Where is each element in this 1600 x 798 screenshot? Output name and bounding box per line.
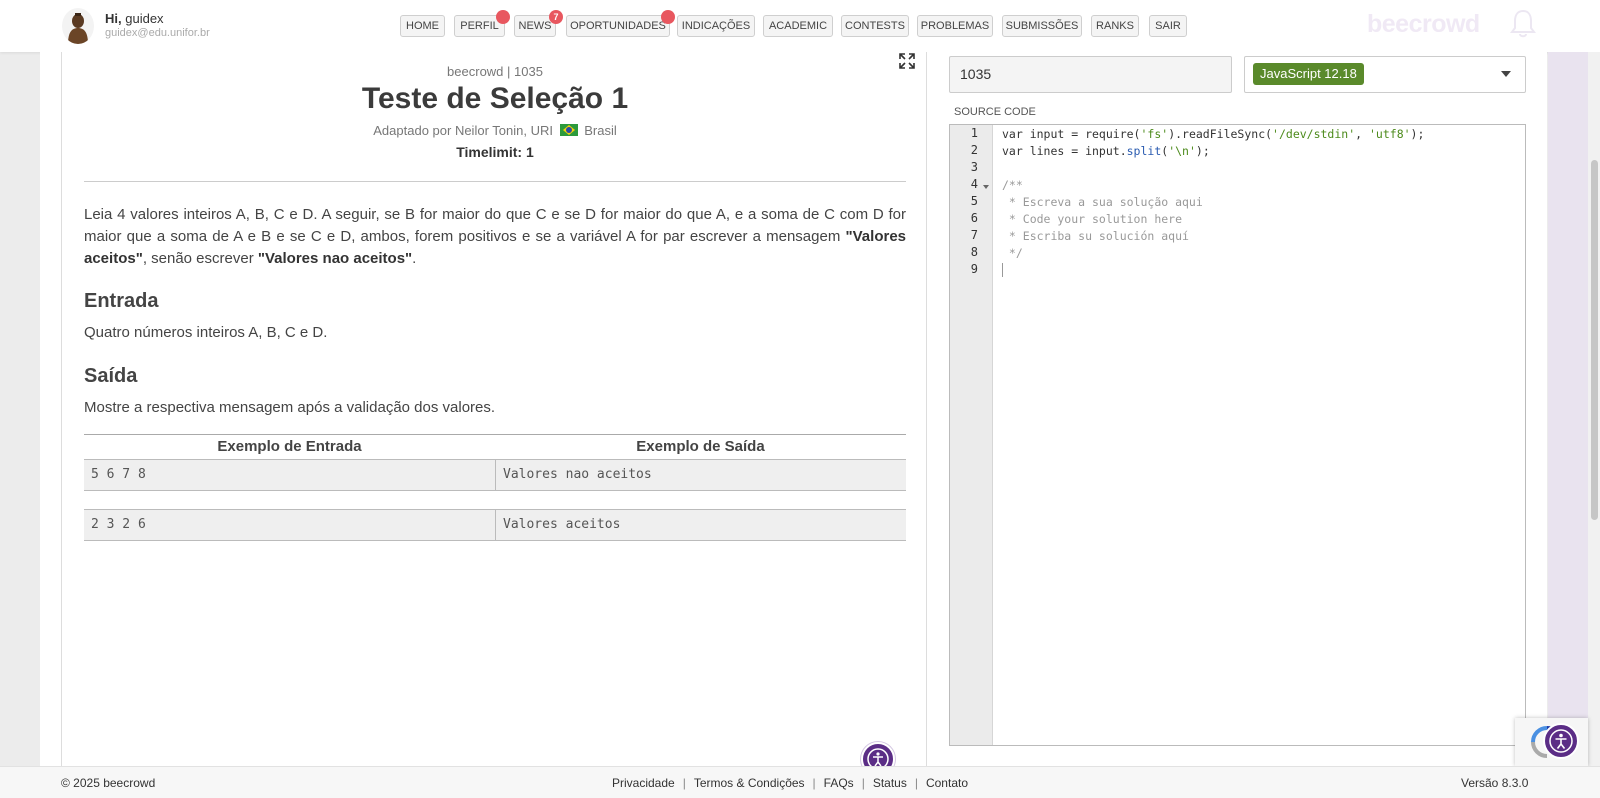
country-text: Brasil <box>584 123 617 138</box>
output-text: Mostre a respectiva mensagem após a vali… <box>84 399 496 416</box>
version: Versão 8.3.0 <box>1461 776 1529 790</box>
problem-author: Adaptado por Neilor Tonin, URI Brasil <box>84 123 906 138</box>
footer-link-faqs[interactable]: FAQs <box>824 776 854 790</box>
line-number: 2 <box>970 143 978 157</box>
footer-separator: | <box>861 776 865 790</box>
example-output-header: Exemplo de Saída <box>636 438 765 455</box>
problem-id-input[interactable]: 1035 <box>949 56 1232 93</box>
beecrowd-logo[interactable]: beecrowd <box>1367 10 1480 39</box>
footer-separator: | <box>914 776 918 790</box>
line-gutter: 1 2 3 4 5 6 7 8 9 <box>950 125 993 745</box>
scrollbar-thumb[interactable] <box>1591 160 1598 520</box>
nav-submissoes[interactable]: SUBMISSÕES <box>1002 15 1082 37</box>
code-line: */ <box>1002 246 1023 260</box>
text-cursor <box>1002 263 1003 277</box>
nav-contests[interactable]: CONTESTS <box>841 15 909 37</box>
output-heading: Saída <box>84 365 138 387</box>
nav-ranks[interactable]: RANKS <box>1091 15 1139 37</box>
table-row: 5 6 7 8 Valores nao aceitos <box>84 459 906 491</box>
brazil-flag-icon <box>559 124 578 136</box>
table-row: 2 3 2 6 Valores aceitos <box>84 509 906 541</box>
examples-table-top <box>84 434 906 435</box>
footer-link-termos[interactable]: Termos & Condições <box>694 776 805 790</box>
main-nav: HOME PERFIL NEWS OPORTUNIDADES INDICAÇÕE… <box>0 15 1600 37</box>
top-bar: Hi, guidex guidex@edu.unifor.br HOME PER… <box>0 0 1600 52</box>
line-number: 7 <box>970 228 978 242</box>
footer-separator: | <box>682 776 686 790</box>
problem-description: Leia 4 valores inteiros A, B, C e D. A s… <box>84 206 906 267</box>
code-editor[interactable]: 1 2 3 4 5 6 7 8 9 var input = require('f… <box>949 124 1526 746</box>
line-number: 3 <box>970 160 978 174</box>
example-input-header: Exemplo de Entrada <box>217 438 362 455</box>
nav-sair[interactable]: SAIR <box>1149 15 1187 37</box>
bell-icon[interactable] <box>1508 8 1538 40</box>
news-count-badge: 7 <box>549 10 563 24</box>
footer: © 2025 beecrowd Privacidade | Termos & Con… <box>0 766 1600 798</box>
oportunidades-notification-dot <box>661 10 675 24</box>
nav-oportunidades[interactable]: OPORTUNIDADES <box>566 15 670 37</box>
problem-meta: beecrowd | 1035 <box>447 64 543 79</box>
line-number: 5 <box>970 194 978 208</box>
timelimit: Timelimit: 1 <box>456 144 534 160</box>
nav-problemas[interactable]: PROBLEMAS <box>917 15 993 37</box>
problem-title: Teste de Seleção 1 <box>361 82 629 115</box>
accessibility-icon[interactable] <box>1543 723 1579 759</box>
divider <box>84 181 906 182</box>
example-output-cell: Valores nao aceitos <box>495 460 906 490</box>
input-text: Quatro números inteiros A, B, C e D. <box>84 324 328 341</box>
footer-links: Privacidade | Termos & Condições | FAQs | Stat… <box>612 776 968 790</box>
nav-indicacoes[interactable]: INDICAÇÕES <box>677 15 755 37</box>
nav-home[interactable]: HOME <box>400 15 445 37</box>
footer-separator: | <box>812 776 816 790</box>
example-input-cell: 2 3 2 6 <box>91 517 146 532</box>
line-number: 9 <box>970 262 978 276</box>
author-text: Adaptado por Neilor Tonin, URI <box>373 123 553 138</box>
footer-link-contato[interactable]: Contato <box>926 776 968 790</box>
line-number: 1 <box>970 126 978 140</box>
footer-link-privacidade[interactable]: Privacidade <box>612 776 675 790</box>
code-line: * Escriba su solución aquí <box>1002 229 1189 243</box>
perfil-notification-dot <box>496 10 510 24</box>
chevron-down-icon <box>1501 71 1511 77</box>
code-line: * Escreva a sua solução aqui <box>1002 195 1203 209</box>
input-heading: Entrada <box>84 290 159 312</box>
copyright: © 2025 beecrowd <box>61 776 156 790</box>
example-output-cell: Valores aceitos <box>495 510 906 540</box>
language-selected: JavaScript 12.18 <box>1253 63 1364 85</box>
code-line: var input = require('fs').readFileSync('… <box>1002 127 1425 141</box>
source-code-label: SOURCE CODE <box>954 106 1036 118</box>
line-number: 8 <box>970 245 978 259</box>
line-number: 6 <box>970 211 978 225</box>
language-select[interactable]: JavaScript 12.18 <box>1244 56 1526 93</box>
code-line: var lines = input.split('\n'); <box>1002 144 1210 158</box>
code-line: * Code your solution here <box>1002 212 1183 226</box>
code-line: /** <box>1002 178 1023 192</box>
nav-academic[interactable]: ACADEMIC <box>763 15 833 37</box>
example-input-cell: 5 6 7 8 <box>91 467 146 482</box>
line-number: 4 <box>970 177 978 191</box>
footer-link-status[interactable]: Status <box>873 776 907 790</box>
